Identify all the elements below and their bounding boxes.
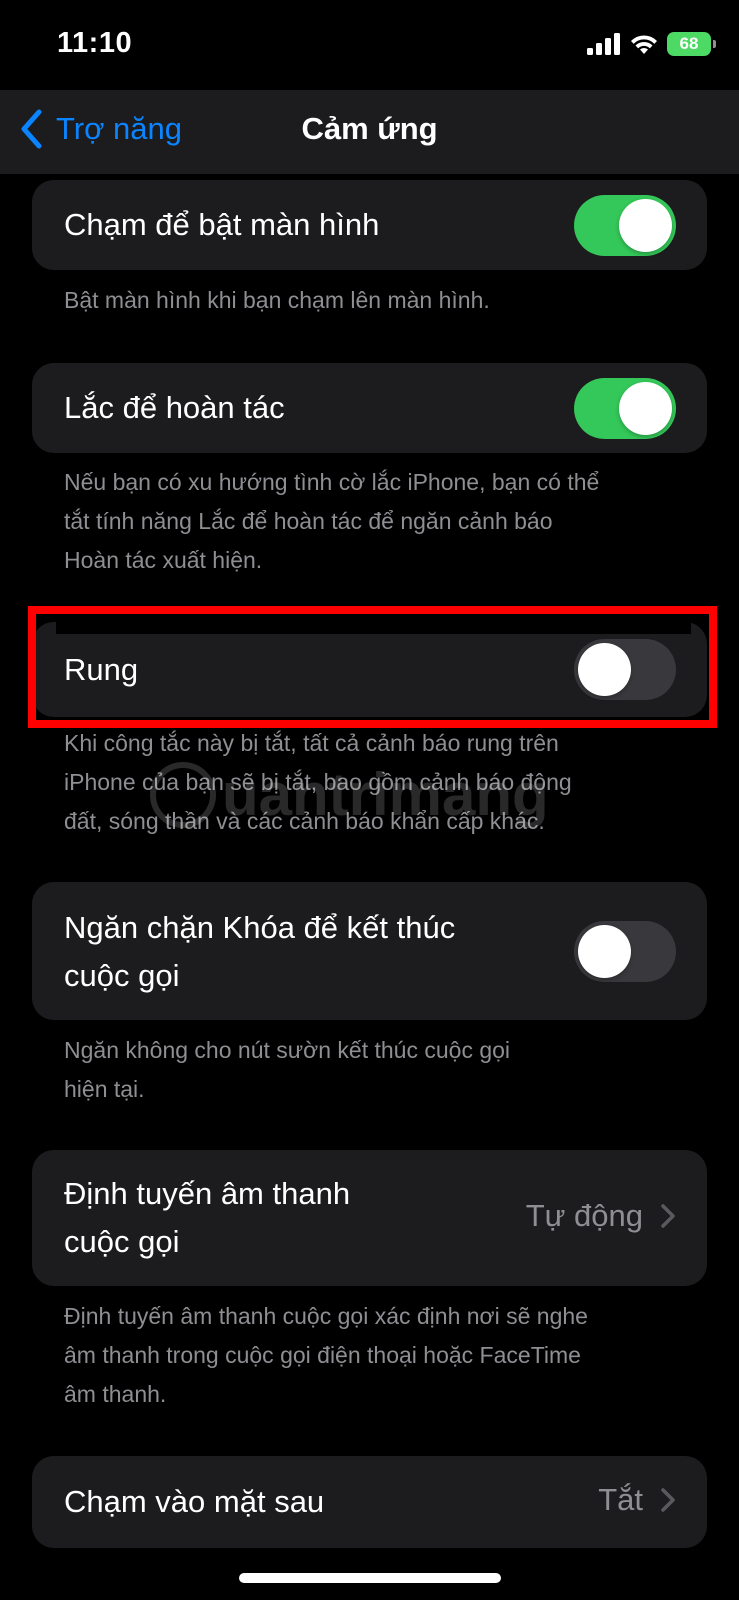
shake-to-undo-toggle[interactable] [574,378,676,439]
battery-icon: 68 [667,32,716,56]
status-bar: 11:10 68 [0,0,739,90]
footer-line: iPhone của bạn sẽ bị tắt, bao gồm cảnh b… [64,769,572,795]
navigation-bar: Trợ năng Cảm ứng [0,90,739,174]
setting-back-tap[interactable]: Chạm vào mặt sau Tắt [32,1456,707,1548]
tap-to-wake-toggle[interactable] [574,195,676,256]
value-text: Tự động [525,1198,643,1233]
label-line: cuộc gọi [64,1224,180,1259]
toggle-knob [578,925,631,978]
setting-tap-to-wake[interactable]: Chạm để bật màn hình [32,180,707,270]
home-indicator[interactable] [239,1573,501,1583]
label-line: cuộc gọi [64,958,180,993]
setting-vibration[interactable]: Rung [32,622,707,717]
footer-line: âm thanh trong cuộc gọi điện thoại hoặc … [64,1342,581,1368]
footer-line: Định tuyến âm thanh cuộc gọi xác định nơ… [64,1303,588,1329]
setting-label: Lắc để hoàn tác [64,390,285,425]
footer-line: Khi công tắc này bị tắt, tất cả cảnh báo… [64,730,559,756]
cellular-signal-icon [587,33,620,55]
setting-footer: Định tuyến âm thanh cuộc gọi xác định nơ… [64,1297,684,1414]
setting-label: Ngăn chặn Khóa để kết thúc cuộc gọi [64,904,455,1000]
setting-label: Rung [64,652,139,687]
toggle-knob [619,382,672,435]
prevent-lock-toggle[interactable] [574,921,676,982]
toggle-knob [619,199,672,252]
footer-line: hiện tại. [64,1076,145,1102]
status-icons: 68 [587,32,716,56]
chevron-right-icon [661,1204,675,1228]
setting-label: Định tuyến âm thanh cuộc gọi [64,1170,350,1266]
value-text: Tắt [598,1482,643,1517]
setting-value: Tự động [526,1198,675,1234]
setting-footer: Ngăn không cho nút sườn kết thúc cuộc gọ… [64,1031,684,1109]
setting-prevent-lock-end-call[interactable]: Ngăn chặn Khóa để kết thúc cuộc gọi [32,882,707,1020]
setting-footer: Bật màn hình khi bạn chạm lên màn hình. [64,281,684,320]
footer-line: Bật màn hình khi bạn chạm lên màn hình. [64,287,490,313]
footer-line: Hoàn tác xuất hiện. [64,547,263,573]
highlight-gap [56,614,691,634]
toggle-knob [578,643,631,696]
footer-line: đất, sóng thần và các cảnh báo khẩn cấp … [64,808,545,834]
setting-label: Chạm để bật màn hình [64,207,380,242]
page-title: Cảm ứng [301,111,438,146]
setting-footer: Khi công tắc này bị tắt, tất cả cảnh báo… [64,724,684,841]
setting-shake-to-undo[interactable]: Lắc để hoàn tác [32,363,707,453]
footer-line: Ngăn không cho nút sườn kết thúc cuộc gọ… [64,1037,511,1063]
wifi-icon [631,35,657,54]
label-line: Ngăn chặn Khóa để kết thúc [64,910,456,945]
footer-line: tắt tính năng Lắc để hoàn tác để ngăn cả… [64,508,553,534]
setting-call-audio-routing[interactable]: Định tuyến âm thanh cuộc gọi Tự động [32,1150,707,1286]
setting-value: Tắt [598,1482,675,1518]
chevron-right-icon [661,1488,675,1512]
setting-label: Chạm vào mặt sau [64,1484,325,1519]
status-time: 11:10 [57,27,133,59]
battery-level: 68 [679,34,699,53]
label-line: Định tuyến âm thanh [64,1176,351,1211]
footer-line: Nếu bạn có xu hướng tình cờ lắc iPhone, … [64,469,600,495]
footer-line: âm thanh. [64,1381,167,1407]
setting-footer: Nếu bạn có xu hướng tình cờ lắc iPhone, … [64,463,684,580]
vibration-toggle[interactable] [574,639,676,700]
